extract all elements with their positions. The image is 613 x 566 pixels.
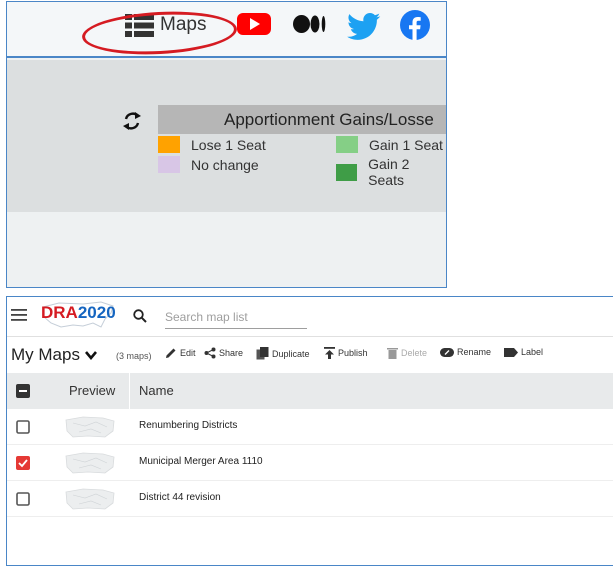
publish-label: Publish [338,348,368,358]
legend-title: Apportionment Gains/Losse [158,105,446,134]
row-checkbox[interactable] [16,420,30,434]
search-icon [133,309,147,328]
my-maps-toolbar: My Maps (3 maps) Edit Share Duplicate Pu… [7,339,613,373]
top-nav-bar: Maps [7,2,446,59]
duplicate-label: Duplicate [272,348,310,359]
trash-icon [387,347,401,359]
map-name[interactable]: Renumbering Districts [139,420,237,431]
legend-label: Gain 2 Seats [368,156,410,188]
share-label: Share [219,348,244,358]
select-all-checkbox[interactable] [16,384,30,398]
logo-dra-text: DRA [41,303,78,322]
logo-year-text: 2020 [77,303,116,322]
legend-label: Lose 1 Seat [191,136,266,153]
row-checkbox[interactable] [16,492,30,506]
delete-button[interactable]: Delete [387,347,427,359]
edit-button[interactable]: Edit [165,347,196,359]
share-icon [204,347,219,359]
map-thumbnail [63,451,117,480]
publish-button[interactable]: Publish [324,347,368,359]
legend-item-gain-2: Gain 2 Seats [336,156,446,188]
chevron-down-icon [84,345,97,365]
publish-icon [324,347,338,359]
my-maps-panel: DRA2020 My Maps (3 maps) Edit [6,296,613,566]
app-header: DRA2020 [7,297,613,337]
table-row[interactable]: Renumbering Districts [7,409,613,445]
refresh-icon[interactable] [121,110,143,137]
delete-label: Delete [401,348,428,358]
highlight-ellipse [81,7,238,59]
youtube-icon[interactable] [237,11,271,37]
dra-logo[interactable]: DRA2020 [41,303,116,323]
twitter-icon[interactable] [347,13,381,41]
search-input[interactable] [165,305,307,329]
duplicate-button[interactable]: Duplicate [256,347,310,360]
duplicate-icon [256,347,272,360]
medium-icon[interactable] [293,15,327,33]
pencil-icon [165,347,180,359]
column-divider [129,373,130,409]
map-thumbnail [63,415,117,444]
legend-swatch [336,136,358,153]
legend-swatch [336,163,358,181]
table-row[interactable]: Municipal Merger Area 1110 [7,445,613,481]
legend-swatch [158,156,180,173]
tag-icon [504,347,521,357]
row-checkbox[interactable] [16,456,30,470]
my-maps-dropdown[interactable]: My Maps [11,345,97,365]
rename-button[interactable]: Rename [440,347,491,357]
hamburger-menu-icon[interactable] [11,308,27,327]
legend-item-no-change: No change [158,156,259,173]
legend-label: Gain 1 Seat [369,136,443,153]
map-thumbnail [63,487,117,516]
map-legend-area: Apportionment Gains/Losse Lose 1 Seat No… [7,60,446,212]
name-column-header[interactable]: Name [139,383,174,398]
my-maps-title: My Maps [11,345,80,364]
legend-swatch [158,136,180,153]
table-row[interactable]: District 44 revision [7,481,613,517]
legend-item-gain-1: Gain 1 Seat [336,136,443,153]
share-button[interactable]: Share [204,347,243,359]
legend-item-lose-1: Lose 1 Seat [158,136,266,153]
facebook-icon[interactable] [400,10,430,40]
preview-column-header[interactable]: Preview [69,383,115,398]
label-label: Label [521,347,544,357]
map-count: (3 maps) [116,351,152,361]
label-button[interactable]: Label [504,347,543,357]
edit-label: Edit [180,348,196,358]
legend-label: No change [191,156,259,173]
rename-label: Rename [457,347,492,357]
apportionment-panel: Maps Apportionment Gains/Losse Lose 1 Se… [6,1,447,288]
map-name[interactable]: Municipal Merger Area 1110 [139,456,263,467]
map-name[interactable]: District 44 revision [139,492,221,503]
rename-icon [440,347,457,357]
table-header: Preview Name [7,373,613,409]
